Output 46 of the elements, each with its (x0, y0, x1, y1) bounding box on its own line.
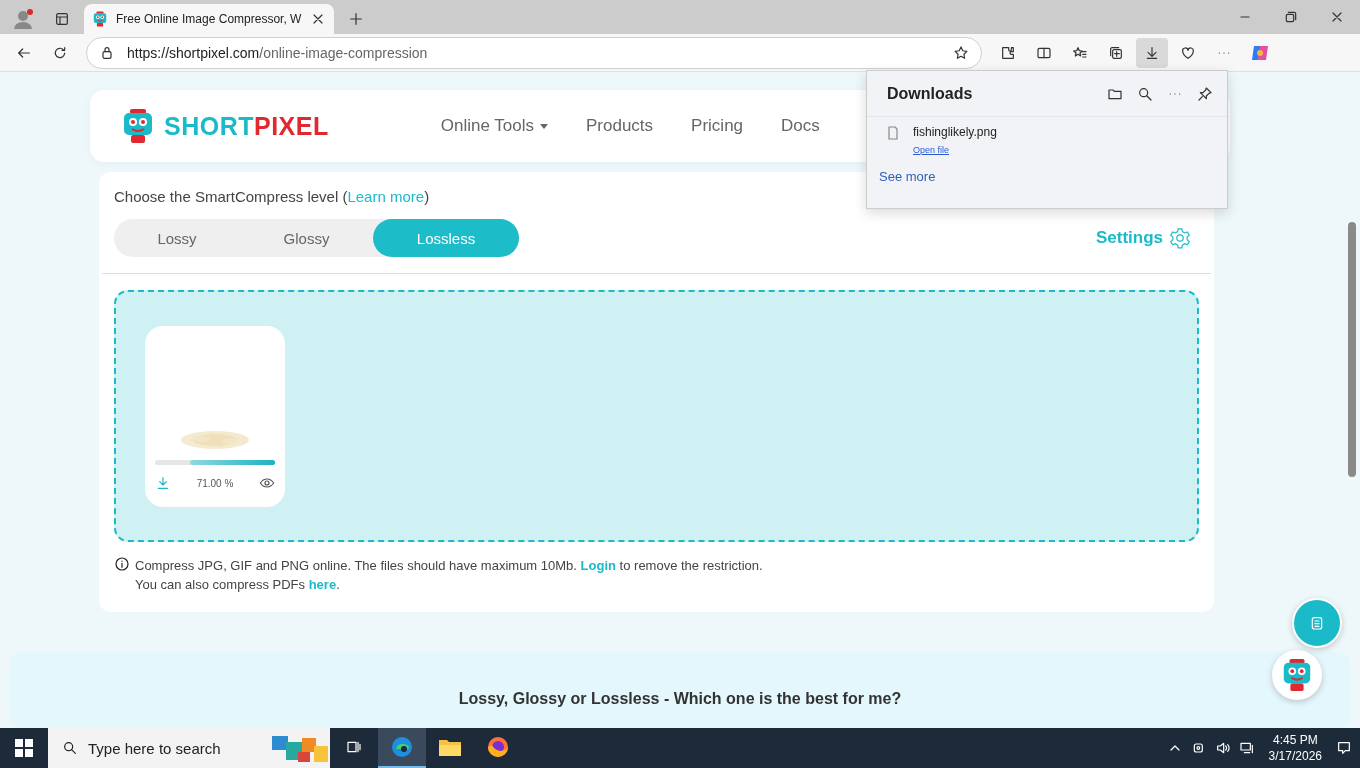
settings-icon (1169, 227, 1191, 249)
new-tab-icon[interactable] (348, 11, 364, 27)
level-tab[interactable]: Lossy (114, 219, 240, 257)
robot-logo-icon (92, 11, 108, 27)
windows-icon (15, 739, 33, 757)
search-icon (62, 740, 78, 756)
open-file-link[interactable]: Open file (913, 145, 950, 155)
notes-icon (1309, 615, 1325, 631)
refresh-icon[interactable] (52, 44, 68, 61)
network-icon (1238, 740, 1255, 756)
clock[interactable]: 4:45 PM 3/17/2026 (1262, 732, 1328, 764)
favorites-icon[interactable] (1072, 44, 1088, 61)
info-icon (114, 556, 130, 572)
download-icon[interactable] (1144, 44, 1160, 61)
compression-percent: 71.00 % (196, 477, 234, 489)
eye-icon[interactable] (259, 475, 275, 491)
file-icon (885, 125, 901, 141)
info-text: Compress JPG, GIF and PNG online. The files should have maximum 10Mb. Login to remove the restriction. You can also compress PDFs here. (135, 557, 763, 594)
fox-browser-icon (486, 735, 510, 759)
search-icon[interactable] (1137, 85, 1153, 102)
collections-icon[interactable] (1108, 44, 1124, 61)
restore-icon[interactable] (1283, 9, 1299, 25)
nav-link[interactable]: Pricing (683, 102, 752, 150)
browser-icon (390, 735, 414, 759)
drop-zone[interactable]: 71.00 % (114, 290, 1199, 542)
see-more-link[interactable]: See more (879, 169, 936, 184)
downloads-title: Downloads (887, 84, 974, 103)
lock-icon (99, 44, 115, 61)
folder-icon (438, 737, 462, 757)
download-file-name: fishinglikely.png (913, 125, 997, 139)
logo-text: SHORTPIXEL (164, 111, 329, 141)
tab-actions-icon[interactable] (54, 11, 70, 27)
speaker-icon (1214, 740, 1231, 756)
nav-link[interactable]: Products (578, 102, 662, 150)
level-tab[interactable]: Glossy (240, 219, 373, 257)
taskbar-search-field[interactable]: Type here to search (48, 728, 330, 768)
notifications-icon[interactable] (1336, 740, 1352, 756)
task-view-icon (346, 739, 362, 755)
nav-link[interactable]: Docs (773, 102, 828, 150)
pin-icon[interactable] (1197, 85, 1213, 102)
scrollbar-thumb[interactable] (1348, 222, 1356, 477)
favorite-star-icon[interactable] (953, 44, 969, 61)
faq-heading: Lossy, Glossy or Lossless - Which one is the best for me? (458, 690, 902, 709)
nav-link[interactable]: Online Tools (432, 102, 556, 150)
browser-tab[interactable]: Free Online Image Compressor, W (84, 4, 334, 34)
address-bar[interactable]: https://shortpixel.com/online-image-compression (86, 36, 982, 69)
